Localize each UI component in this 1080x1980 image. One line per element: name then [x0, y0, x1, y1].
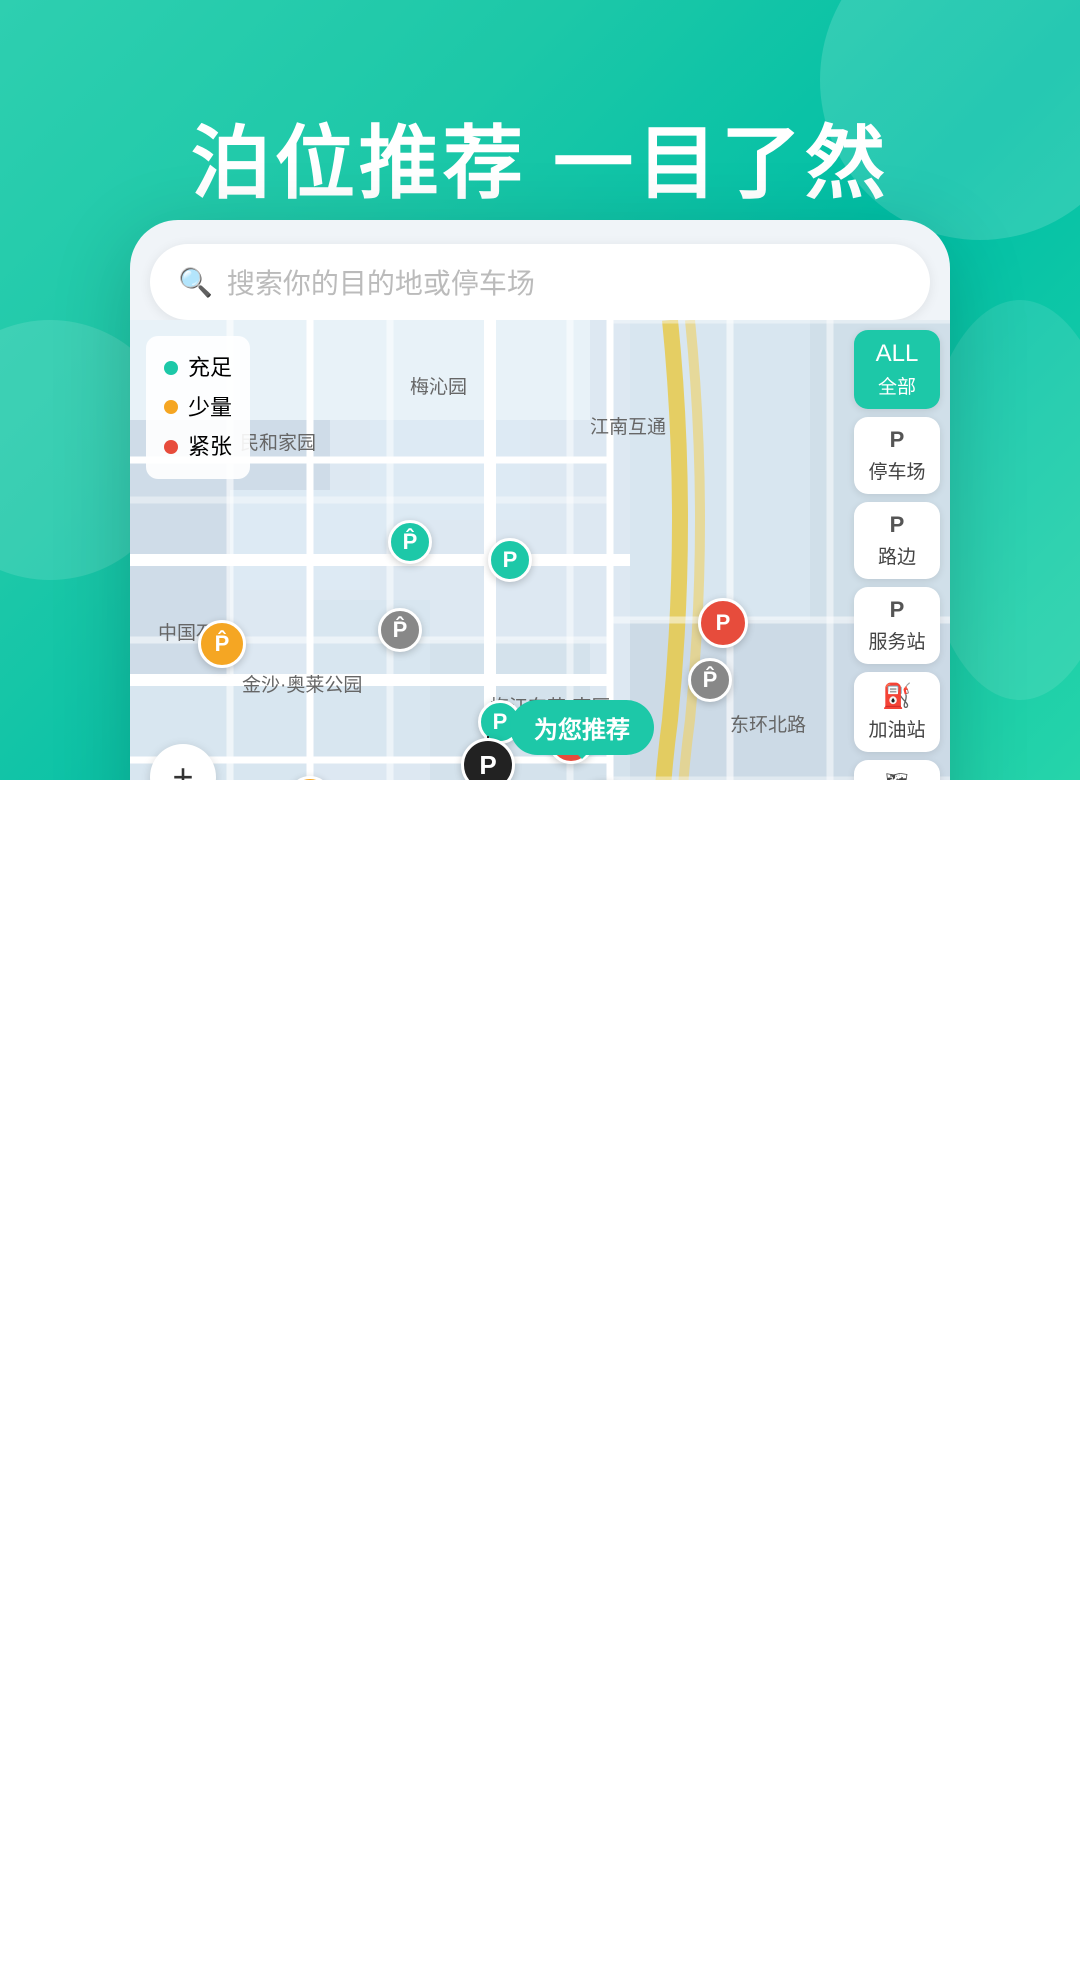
pin-green-2[interactable]: P	[488, 538, 532, 582]
filter-all[interactable]: ALL 全部	[854, 330, 940, 409]
map-label-jinsha: 金沙·奥莱公园	[242, 670, 362, 697]
filter-gas-icon: ⛽	[882, 682, 912, 711]
filter-all-icon: ALL	[876, 340, 919, 368]
filter-traffic[interactable]: 🗺 路况查询	[854, 760, 940, 780]
filter-gas[interactable]: ⛽ 加油站	[854, 672, 940, 752]
filter-parking[interactable]: P 停车场	[854, 417, 940, 494]
legend-dot-tight	[164, 440, 178, 454]
legend-dot-full	[164, 361, 178, 375]
filter-traffic-icon: 🗺	[884, 770, 909, 780]
filter-panel: ALL 全部 P 停车场 P 路边 P 服务站 ⛽ 加油站	[854, 330, 940, 780]
pin-green-1[interactable]: P̂	[388, 520, 432, 564]
filter-service[interactable]: P 服务站	[854, 587, 940, 664]
map-label-donghuang: 东环北路	[730, 710, 806, 737]
legend-item-few: 少量	[164, 388, 232, 428]
hero-title: 泊位推荐 一目了然	[191, 120, 889, 208]
filter-roadside-icon: P	[890, 512, 905, 538]
filter-parking-icon: P	[890, 427, 905, 453]
filter-roadside[interactable]: P 路边	[854, 502, 940, 579]
search-placeholder: 搜索你的目的地或停车场	[227, 262, 535, 302]
map-area[interactable]: 民和家园 梅沁园 江南互通 中国石化 金沙·奥莱公园 梅江东苑·南区 江南苑 东…	[130, 320, 950, 780]
recommend-bubble: 为您推荐	[510, 700, 654, 755]
zoom-controls: + −	[150, 744, 216, 780]
app-screenshot-card: 🔍 搜索你的目的地或停车场	[130, 220, 950, 780]
pin-red-1[interactable]: P	[698, 598, 748, 648]
filter-service-icon: P	[890, 597, 905, 623]
map-label-minhe: 民和家园	[240, 428, 316, 455]
legend-item-tight: 紧张	[164, 427, 232, 467]
hero-section: 泊位推荐 一目了然 智能推荐就近停车场 🔍 搜索你的目的地或停车场	[0, 0, 1080, 780]
spacer	[0, 1340, 1080, 1980]
search-bar[interactable]: 🔍 搜索你的目的地或停车场	[150, 244, 930, 320]
search-icon: 🔍	[178, 266, 213, 299]
content-wrapper	[0, 780, 1080, 1980]
map-label-meiqin: 梅沁园	[410, 372, 467, 399]
zoom-in-button[interactable]: +	[150, 744, 216, 780]
selected-pin-group[interactable]: P	[478, 738, 498, 776]
legend: 充足 少量 紧张	[146, 336, 250, 479]
pin-orange-1[interactable]: P̂	[198, 620, 246, 668]
filter-roadside-label: 路边	[878, 542, 916, 569]
pin-gray-2[interactable]: P̂	[688, 658, 732, 702]
pin-gray-1[interactable]: P̂	[378, 608, 422, 652]
map-label-jiangnan: 江南互通	[590, 412, 666, 439]
filter-service-label: 服务站	[868, 627, 925, 654]
filter-parking-label: 停车场	[868, 457, 925, 484]
legend-item-full: 充足	[164, 348, 232, 388]
filter-all-label: 全部	[878, 372, 916, 399]
filter-gas-label: 加油站	[868, 715, 925, 742]
legend-dot-few	[164, 400, 178, 414]
